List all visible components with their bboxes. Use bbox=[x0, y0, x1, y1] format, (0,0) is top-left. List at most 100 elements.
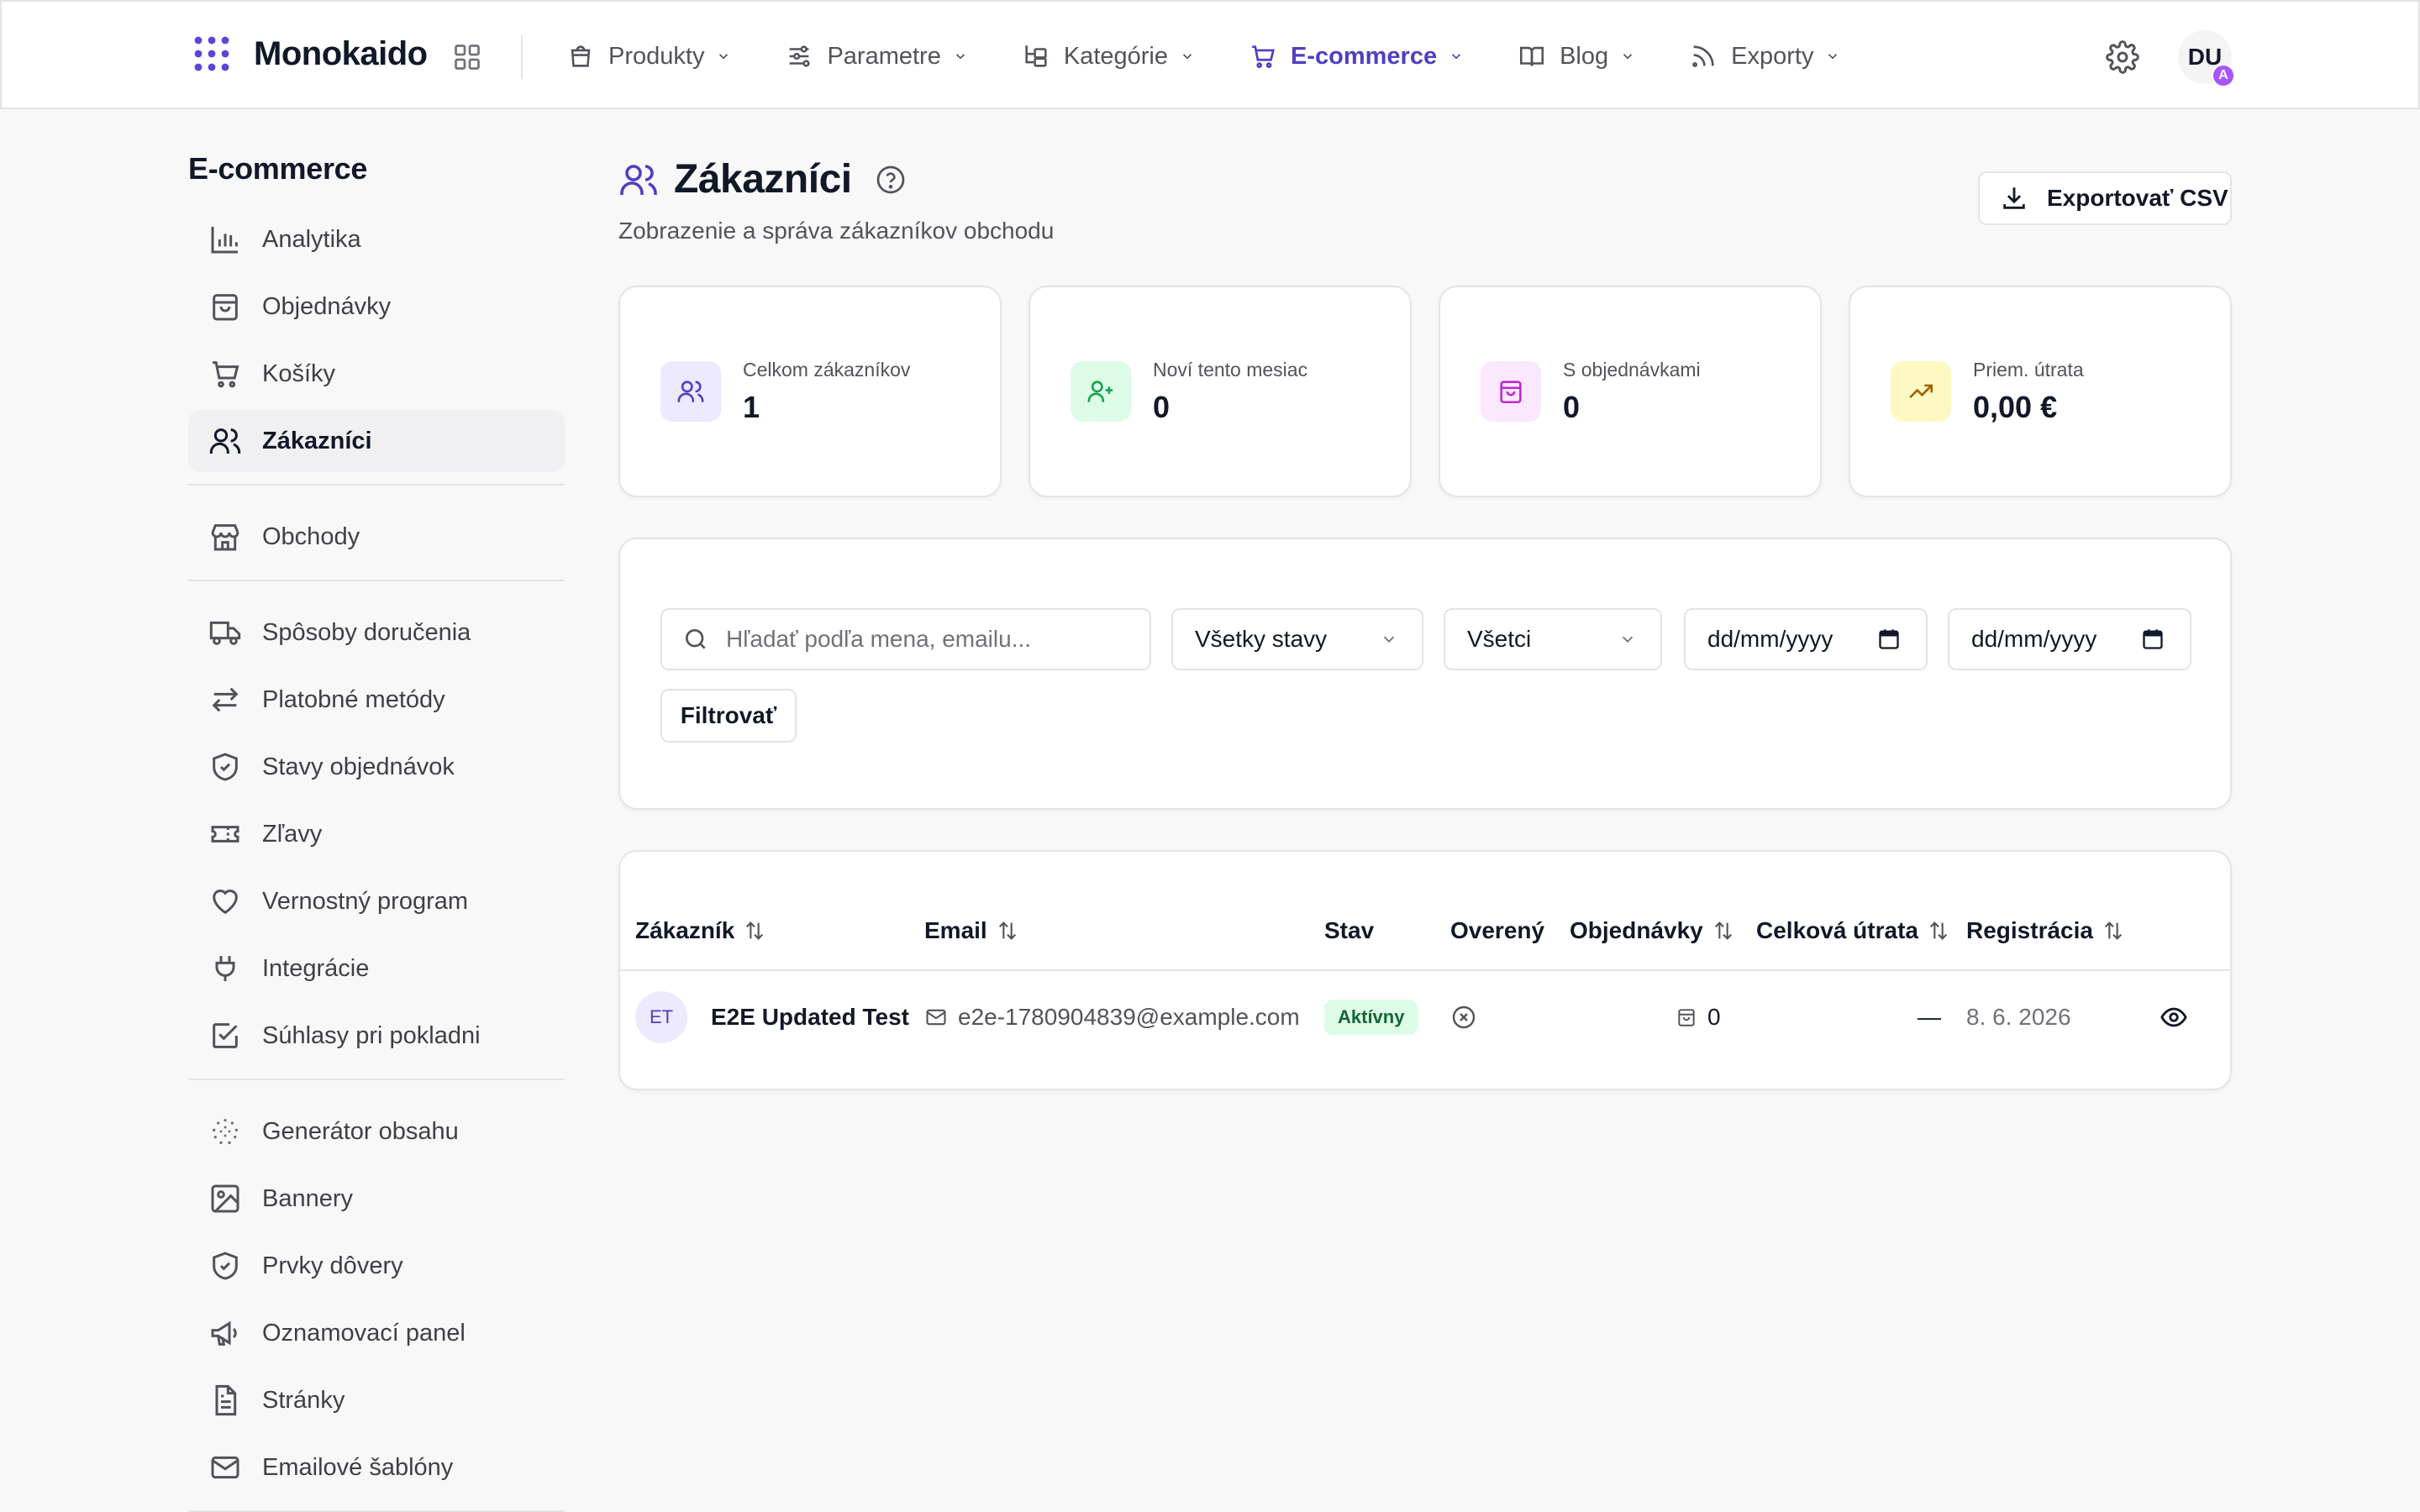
date-to-input[interactable]: dd/mm/yyyy bbox=[1948, 608, 2191, 670]
sidebar-item-label: Košíky bbox=[262, 360, 336, 387]
status-select-value: Všetky stavy bbox=[1195, 626, 1328, 652]
nav-item-blog[interactable]: Blog bbox=[1518, 42, 1635, 71]
sidebar-item-zlavy[interactable]: Zľavy bbox=[188, 803, 565, 865]
sidebar-item-bannery[interactable]: Bannery bbox=[188, 1168, 565, 1230]
nav-item-produkty[interactable]: Produkty bbox=[566, 42, 731, 71]
sidebar-item-platobne-metody[interactable]: Platobné metódy bbox=[188, 669, 565, 731]
column-header-email[interactable]: Email bbox=[924, 917, 1019, 944]
stat-card-with-orders: S objednávkami 0 bbox=[1439, 286, 1822, 497]
sidebar-item-analytika[interactable]: Analytika bbox=[188, 208, 565, 270]
sidebar-item-vernostny-program[interactable]: Vernostný program bbox=[188, 870, 565, 932]
verified-select[interactable]: Všetci bbox=[1444, 608, 1662, 670]
eye-icon[interactable] bbox=[2160, 1003, 2188, 1032]
nav-item-label: Blog bbox=[1560, 42, 1609, 70]
cart-icon bbox=[1252, 45, 1276, 68]
sidebar-item-label: Generátor obsahu bbox=[262, 1117, 459, 1145]
arrows-exchange-icon bbox=[212, 687, 239, 712]
export-csv-button[interactable]: Exportovať CSV bbox=[1978, 171, 2232, 225]
mail-icon bbox=[926, 1009, 946, 1026]
nav-divider bbox=[521, 35, 523, 79]
sidebar-item-suhlasy[interactable]: Súhlasy pri pokladni bbox=[188, 1005, 565, 1067]
orders-cell: 0 bbox=[1676, 973, 1721, 1062]
nav-item-parametre[interactable]: Parametre bbox=[785, 42, 967, 71]
registration-date: 8. 6. 2026 bbox=[1966, 1004, 2071, 1030]
date-from-input[interactable]: dd/mm/yyyy bbox=[1684, 608, 1928, 670]
column-header-orders[interactable]: Objednávky bbox=[1570, 917, 1735, 944]
view-cell bbox=[2160, 973, 2188, 1062]
sidebar-item-sposoby-dorucenia[interactable]: Spôsoby doručenia bbox=[188, 601, 565, 664]
sidebar-item-label: Platobné metódy bbox=[262, 685, 445, 713]
sidebar-item-label: Stavy objednávok bbox=[262, 753, 455, 780]
nav-item-label: E-commerce bbox=[1291, 42, 1438, 70]
sidebar-item-label: Integrácie bbox=[262, 954, 370, 982]
sidebar-item-stavy-objednavok[interactable]: Stavy objednávok bbox=[188, 736, 565, 798]
sidebar-item-obchody[interactable]: Obchody bbox=[188, 506, 565, 568]
trending-up-icon bbox=[1909, 384, 1933, 399]
nav-item-label: Kategórie bbox=[1063, 42, 1168, 70]
nav-item-kategorie[interactable]: Kategórie bbox=[1022, 42, 1195, 71]
shopping-bag-icon bbox=[1678, 1009, 1695, 1026]
rss-icon bbox=[1692, 45, 1714, 67]
sidebar-item-zakaznici[interactable]: Zákazníci bbox=[188, 410, 565, 472]
nav-item-exporty[interactable]: Exporty bbox=[1689, 42, 1840, 71]
users-icon bbox=[209, 428, 241, 454]
status-select[interactable]: Všetky stavy bbox=[1171, 608, 1423, 670]
sidebar-item-integracie[interactable]: Integrácie bbox=[188, 937, 565, 1000]
sidebar-item-kosiky[interactable]: Košíky bbox=[188, 343, 565, 405]
category-tree-icon bbox=[1025, 45, 1047, 67]
column-header-customer[interactable]: Zákazník bbox=[635, 917, 766, 944]
search-input[interactable]: Hľadať podľa mena, emailu... bbox=[660, 608, 1151, 670]
total-spend-value: — bbox=[1918, 1004, 1941, 1030]
document-icon bbox=[215, 1384, 237, 1416]
sidebar-item-label: Emailové šablóny bbox=[262, 1453, 454, 1481]
filter-button[interactable]: Filtrovať bbox=[660, 689, 797, 743]
column-header-total-spend[interactable]: Celková útrata bbox=[1756, 917, 1950, 944]
brand-name: Monokaido bbox=[254, 34, 428, 72]
sidebar-item-objednavky[interactable]: Objednávky bbox=[188, 276, 565, 338]
chevron-down-icon bbox=[1623, 54, 1633, 60]
stat-label: S objednávkami bbox=[1563, 358, 1701, 381]
customer-email: e2e-1780904839@example.com bbox=[958, 1004, 1300, 1030]
download-icon bbox=[2003, 187, 2025, 209]
sidebar-item-emailove-sablony[interactable]: Emailové šablóny bbox=[188, 1436, 565, 1499]
sidebar-item-prvky-dovery[interactable]: Prvky dôvery bbox=[188, 1235, 565, 1297]
column-label: Email bbox=[924, 917, 987, 943]
table-row[interactable]: ET E2E Updated Test e2e-1780904839@examp… bbox=[620, 973, 2230, 1062]
gear-icon[interactable] bbox=[2106, 40, 2139, 74]
search-icon bbox=[686, 629, 706, 649]
sidebar-item-stranky[interactable]: Stránky bbox=[188, 1369, 565, 1431]
status-badge: Aktívny bbox=[1324, 1000, 1418, 1035]
sparkle-dots-icon bbox=[213, 1119, 238, 1144]
sidebar-item-oznamovaci-panel[interactable]: Oznamovací panel bbox=[188, 1302, 565, 1364]
customers-table: Zákazník Email Stav Overený Objednávky C… bbox=[618, 850, 2232, 1090]
stat-card-total-customers: Celkom zákazníkov 1 bbox=[618, 286, 1002, 497]
column-header-verified: Overený bbox=[1450, 917, 1544, 944]
apps-grid-icon[interactable] bbox=[452, 42, 482, 72]
sidebar-item-label: Súhlasy pri pokladni bbox=[262, 1021, 481, 1049]
brand-logo[interactable]: Monokaido bbox=[192, 34, 428, 74]
calendar-icon[interactable] bbox=[2141, 627, 2165, 651]
bar-chart-icon bbox=[211, 227, 238, 254]
sidebar-item-label: Zľavy bbox=[262, 820, 323, 848]
date-from-value: dd/mm/yyyy bbox=[1707, 626, 1833, 652]
calendar-icon[interactable] bbox=[1877, 627, 1901, 651]
orders-count: 0 bbox=[1707, 1004, 1721, 1030]
chevron-down-icon bbox=[1828, 54, 1838, 60]
sidebar-divider bbox=[188, 1079, 565, 1080]
customer-name[interactable]: E2E Updated Test bbox=[711, 1004, 909, 1031]
image-icon bbox=[211, 1184, 239, 1213]
column-header-registration[interactable]: Registrácia bbox=[1966, 917, 2125, 944]
shopping-bag-icon bbox=[1500, 381, 1522, 404]
help-circle-icon[interactable] bbox=[876, 165, 906, 195]
shopping-bag-icon bbox=[213, 294, 238, 321]
chevron-down-icon bbox=[719, 54, 729, 60]
nav-item-ecommerce[interactable]: E-commerce bbox=[1249, 42, 1464, 71]
nav-item-label: Exporty bbox=[1731, 42, 1814, 70]
customer-cell: ET E2E Updated Test bbox=[635, 973, 909, 1062]
email-cell: e2e-1780904839@example.com bbox=[924, 973, 1300, 1062]
verified-select-value: Všetci bbox=[1467, 626, 1532, 652]
sidebar-item-generator-obsahu[interactable]: Generátor obsahu bbox=[188, 1100, 565, 1163]
users-icon bbox=[620, 164, 657, 195]
shield-check-icon bbox=[213, 1252, 238, 1280]
stat-value: 0 bbox=[1563, 389, 1581, 424]
